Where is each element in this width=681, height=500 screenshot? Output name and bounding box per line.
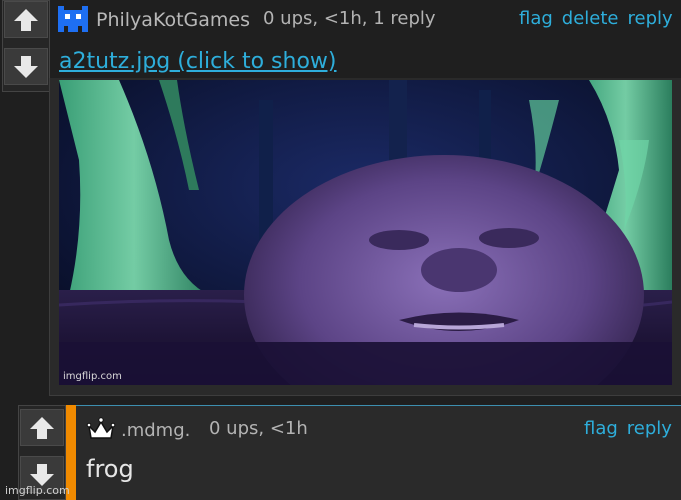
flag-button[interactable]: flag <box>519 8 553 29</box>
upvote-button-2[interactable] <box>20 409 64 446</box>
vote-column <box>2 0 50 92</box>
upvote-button[interactable] <box>4 1 48 38</box>
comment-stats: 0 ups, <1h, 1 reply <box>263 8 436 29</box>
arrow-up-icon <box>14 8 38 31</box>
image-attachment-link[interactable]: a2tutz.jpg (click to show) <box>59 49 337 74</box>
comment-stats-2: 0 ups, <1h <box>209 418 308 439</box>
comment-body-2: frog <box>86 455 134 483</box>
arrow-down-icon <box>14 55 38 78</box>
username-2[interactable]: .mdmg. <box>121 420 190 441</box>
flag-button-2[interactable]: flag <box>584 418 618 439</box>
delete-button[interactable]: delete <box>562 8 619 29</box>
arrow-up-icon <box>30 416 54 439</box>
footer-watermark: imgflip.com <box>5 484 70 497</box>
reply-button-2[interactable]: reply <box>627 418 672 439</box>
downvote-button[interactable] <box>4 48 48 85</box>
crown-icon <box>86 417 116 439</box>
avatar[interactable] <box>56 4 90 34</box>
comment-actions: flag delete reply <box>519 8 673 29</box>
attached-image[interactable]: imgflip.com <box>59 80 672 385</box>
image-watermark: imgflip.com <box>63 371 122 382</box>
comment-actions-2: flag reply <box>584 418 672 439</box>
username[interactable]: PhilyaKotGames <box>96 9 250 31</box>
reply-button[interactable]: reply <box>628 8 673 29</box>
swamp-photo <box>59 80 672 385</box>
pixel-creature-icon <box>56 4 90 34</box>
comment-1: PhilyaKotGames 0 ups, <1h, 1 reply flag … <box>0 0 681 396</box>
arrow-down-icon <box>30 463 54 486</box>
avatar-2[interactable] <box>86 416 116 442</box>
